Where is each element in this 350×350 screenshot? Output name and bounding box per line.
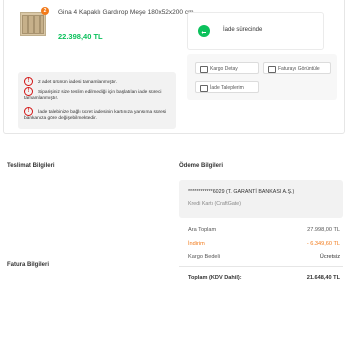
cargo-detail-label: Kargo Detay xyxy=(210,66,238,72)
invoice-icon xyxy=(268,66,276,73)
order-item-card: 2 Gina 4 Kapaklı Gardırop Meşe 180x52x20… xyxy=(3,0,345,134)
return-requests-icon xyxy=(200,85,208,92)
note-text: 2 adet ürünün iadesi tamamlanmıştır. xyxy=(38,79,117,85)
discount-value: - 6.349,60 TL xyxy=(306,241,340,247)
return-status-icon xyxy=(198,25,210,37)
payment-divider xyxy=(179,266,343,267)
total-value: 21.648,40 TL xyxy=(306,275,340,281)
order-actions: Kargo Detay Faturayı Görüntüle İade Tale… xyxy=(187,54,337,100)
view-invoice-label: Faturayı Görüntüle xyxy=(278,66,320,72)
discount-label: İndirim xyxy=(188,241,205,247)
note-2: ! Siparişiniz size teslim edilmediği için… xyxy=(24,87,170,102)
card-number: ************6029 (T. GARANTİ BANKASI A.Ş… xyxy=(188,189,295,195)
warning-icon: ! xyxy=(24,107,33,116)
card-type: Kredi Kartı (CraftGate) xyxy=(188,201,241,207)
product-title[interactable]: Gina 4 Kapaklı Gardırop Meşe 180x52x200 … xyxy=(58,9,208,17)
note-text: Siparişiniz size teslim edilmediği için … xyxy=(24,89,162,101)
return-notes: ! 2 adet ürünün iadesi tamamlanmıştır. ! S… xyxy=(18,72,176,129)
shipping-fee-value: Ücretsiz xyxy=(319,254,340,260)
note-1: ! 2 adet ürünün iadesi tamamlanmıştır. xyxy=(24,77,117,86)
quantity-badge: 2 xyxy=(41,7,49,15)
subtotal-label: Ara Toplam xyxy=(188,227,217,233)
cargo-detail-button[interactable]: Kargo Detay xyxy=(195,62,259,74)
return-requests-label: İade Taleplerim xyxy=(210,85,244,91)
subtotal-value: 27.998,00 TL xyxy=(307,227,340,233)
warning-icon: ! xyxy=(24,87,33,96)
note-text: İade talebinize bağlı ücret iadesinin ka… xyxy=(24,109,167,121)
delivery-info-title: Teslimat Bilgileri xyxy=(7,163,55,169)
view-invoice-button[interactable]: Faturayı Görüntüle xyxy=(263,62,331,74)
payment-info-title: Ödeme Bilgileri xyxy=(179,163,224,169)
payment-card: ************6029 (T. GARANTİ BANKASI A.Ş… xyxy=(179,180,343,218)
shipping-fee-label: Kargo Bedeli xyxy=(188,254,221,260)
product-price: 22.398,40 TL xyxy=(58,32,103,41)
invoice-info-title: Fatura Bilgileri xyxy=(7,262,50,268)
total-label: Toplam (KDV Dahil): xyxy=(188,275,242,281)
note-3: ! İade talebinize bağlı ücret iadesinin k… xyxy=(24,107,170,122)
return-status-text: İade sürecinde xyxy=(223,27,263,33)
return-status-box: İade sürecinde xyxy=(187,12,324,50)
product-image[interactable] xyxy=(20,12,46,36)
cargo-icon xyxy=(200,66,208,73)
return-requests-button[interactable]: İade Taleplerim xyxy=(195,81,259,93)
warning-icon: ! xyxy=(24,77,33,86)
